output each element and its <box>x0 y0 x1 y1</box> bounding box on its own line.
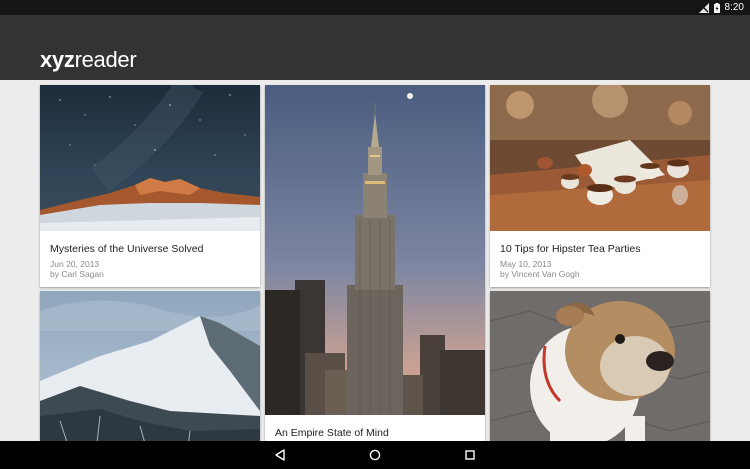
article-title: An Empire State of Mind <box>275 427 389 439</box>
article-author: by Carl Sagan <box>50 269 104 279</box>
article-date: May 10, 2013 <box>500 259 552 269</box>
home-icon <box>369 449 381 461</box>
night-sky-mountain-image <box>40 85 260 231</box>
empire-state-building-image <box>265 85 485 415</box>
logo-bold-text: xyz <box>40 47 75 72</box>
article-author: by Vincent Van Gogh <box>500 269 580 279</box>
article-title: Mysteries of the Universe Solved <box>50 243 204 255</box>
snowy-mountain-image <box>40 291 260 441</box>
back-icon <box>275 449 285 461</box>
back-button[interactable] <box>260 441 300 469</box>
article-grid: Mysteries of the Universe Solved Jun 20,… <box>0 80 750 441</box>
bulldog-image <box>490 291 710 441</box>
tea-cups-image <box>490 85 710 231</box>
home-button[interactable] <box>355 441 395 469</box>
article-card[interactable] <box>40 291 260 441</box>
logo-light-text: reader <box>74 47 137 72</box>
status-bar: 8:20 <box>0 0 750 15</box>
status-time: 8:20 <box>724 2 744 13</box>
article-card[interactable]: 10 Tips for Hipster Tea Parties May 10, … <box>490 85 710 287</box>
article-card[interactable] <box>490 291 710 441</box>
signal-icon <box>698 2 709 13</box>
recents-button[interactable] <box>450 441 490 469</box>
article-title: 10 Tips for Hipster Tea Parties <box>500 243 641 255</box>
app-logo: xyzreader <box>40 47 137 72</box>
article-card[interactable]: Mysteries of the Universe Solved Jun 20,… <box>40 85 260 287</box>
app-bar: xyzreader <box>0 15 750 80</box>
recents-icon <box>465 450 475 460</box>
navigation-bar <box>0 441 750 469</box>
article-card[interactable]: An Empire State of Mind <box>265 85 485 441</box>
article-date: Jun 20, 2013 <box>50 259 100 269</box>
battery-icon <box>713 2 720 13</box>
